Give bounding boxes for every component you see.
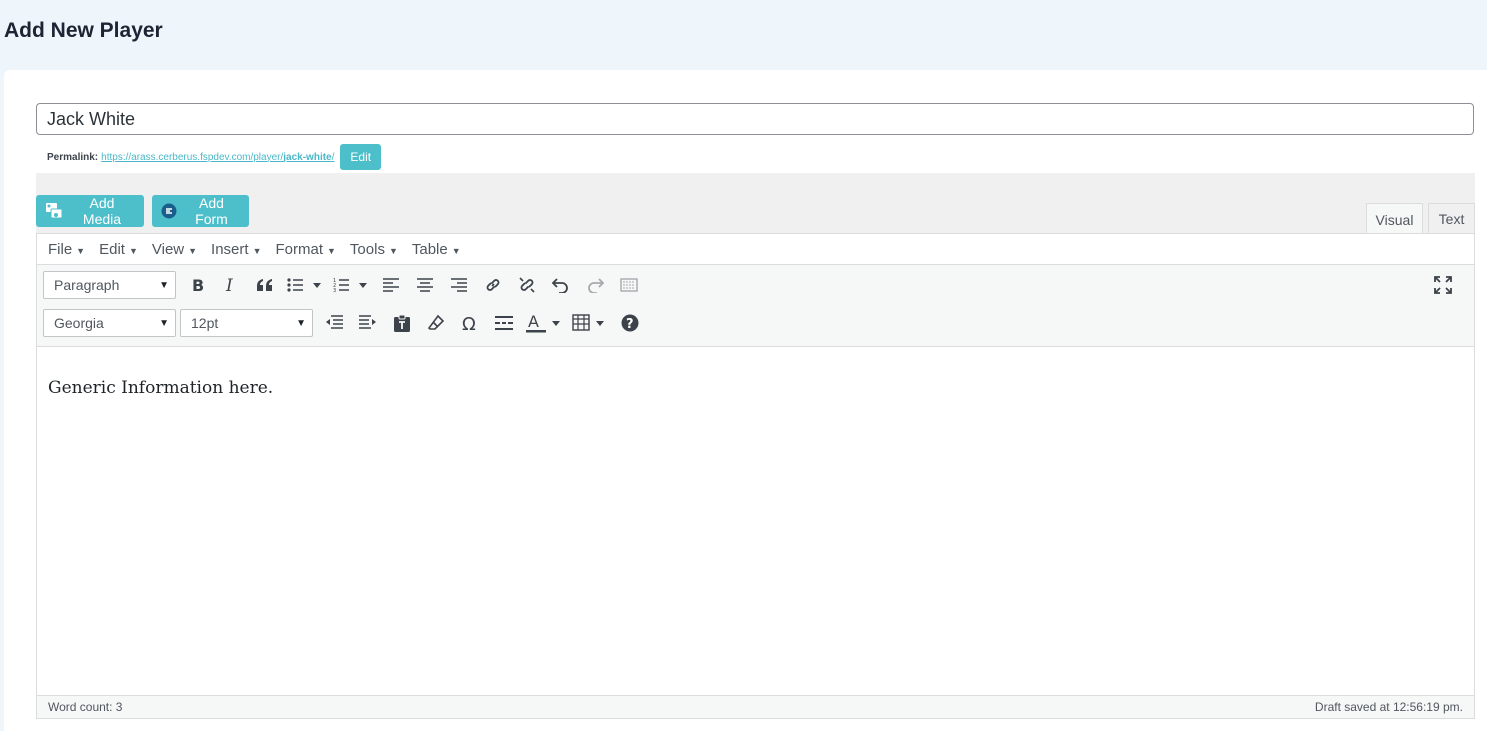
svg-text:I: I bbox=[225, 277, 233, 293]
font-size-select-value: 12pt bbox=[191, 315, 219, 331]
media-toolbar: Add Media Add Form Visual Text bbox=[36, 173, 1475, 235]
chevron-down-icon: ▼ bbox=[188, 245, 198, 256]
svg-text:3: 3 bbox=[333, 288, 336, 293]
svg-text:?: ? bbox=[626, 317, 634, 332]
menu-format[interactable]: Format ▼ bbox=[268, 241, 342, 258]
horizontal-line-icon[interactable] bbox=[490, 309, 518, 337]
permalink-slug: jack-white bbox=[283, 151, 332, 163]
format-select[interactable]: Paragraph ▼ bbox=[43, 271, 176, 299]
menu-edit-label: Edit bbox=[99, 240, 125, 258]
add-media-button[interactable]: Add Media bbox=[36, 195, 144, 227]
align-left-icon[interactable] bbox=[377, 271, 405, 299]
fullscreen-icon[interactable] bbox=[1429, 271, 1457, 299]
numbered-list-icon[interactable]: 123 bbox=[331, 271, 371, 299]
permalink-row: Permalink: https://arass.cerberus.fspdev… bbox=[47, 144, 382, 170]
toolbar-row-1: Paragraph ▼ B I 123 bbox=[43, 270, 646, 300]
tab-visual[interactable]: Visual bbox=[1366, 203, 1423, 235]
menu-insert[interactable]: Insert ▼ bbox=[204, 241, 268, 258]
unlink-icon[interactable] bbox=[513, 271, 541, 299]
page-title: Add New Player bbox=[4, 19, 163, 42]
chevron-down-icon: ▼ bbox=[76, 245, 86, 256]
menu-view[interactable]: View ▼ bbox=[145, 241, 204, 258]
chevron-down-icon: ▼ bbox=[159, 279, 169, 291]
font-family-select-value: Georgia bbox=[54, 315, 104, 331]
font-size-select[interactable]: 12pt ▼ bbox=[180, 309, 313, 337]
bold-icon[interactable]: B bbox=[183, 271, 211, 299]
paste-text-icon[interactable] bbox=[388, 309, 416, 337]
read-more-icon[interactable] bbox=[615, 271, 643, 299]
chevron-down-icon: ▼ bbox=[451, 245, 461, 256]
permalink-edit-button[interactable]: Edit bbox=[340, 144, 382, 170]
add-form-label: Add Form bbox=[195, 195, 228, 227]
link-icon[interactable] bbox=[479, 271, 507, 299]
svg-text:A: A bbox=[528, 313, 539, 331]
permalink-link[interactable]: https://arass.cerberus.fspdev.com/player… bbox=[101, 152, 334, 163]
font-family-select[interactable]: Georgia ▼ bbox=[43, 309, 176, 337]
draft-saved-status: Draft saved at 12:56:19 pm. bbox=[1314, 700, 1463, 714]
menu-format-label: Format bbox=[275, 240, 323, 258]
menu-tools-label: Tools bbox=[349, 240, 385, 258]
editor-statusbar: Word count: 3 Draft saved at 12:56:19 pm… bbox=[37, 695, 1474, 718]
align-right-icon[interactable] bbox=[445, 271, 473, 299]
clear-formatting-icon[interactable] bbox=[422, 309, 450, 337]
text-color-icon[interactable]: A bbox=[524, 309, 564, 337]
chevron-down-icon: ▼ bbox=[388, 245, 398, 256]
indent-icon[interactable] bbox=[354, 309, 382, 337]
menu-insert-label: Insert bbox=[211, 240, 249, 258]
permalink-label: Permalink: bbox=[47, 151, 99, 163]
menu-tools[interactable]: Tools ▼ bbox=[343, 241, 405, 258]
bullet-list-icon[interactable] bbox=[285, 271, 325, 299]
menu-view-label: View bbox=[151, 240, 185, 258]
tab-text[interactable]: Text bbox=[1428, 203, 1475, 234]
menu-table[interactable]: Table ▼ bbox=[405, 241, 468, 258]
undo-icon[interactable] bbox=[547, 271, 575, 299]
chevron-down-icon: ▼ bbox=[327, 245, 336, 256]
menu-file[interactable]: File ▼ bbox=[41, 241, 92, 258]
word-count: Word count: 3 bbox=[48, 700, 123, 714]
outdent-icon[interactable] bbox=[320, 309, 348, 337]
form-icon bbox=[161, 203, 177, 219]
menu-file-label: File bbox=[48, 240, 73, 258]
editor-content[interactable]: Generic Information here. bbox=[37, 346, 1474, 695]
add-media-icon bbox=[45, 202, 63, 220]
toolbar-row-2: Georgia ▼ 12pt ▼ Ω A ? bbox=[43, 308, 647, 338]
chevron-down-icon: ▼ bbox=[128, 245, 138, 256]
blockquote-icon[interactable] bbox=[251, 271, 279, 299]
permalink-url-base: https://arass.cerberus.fspdev.com/player… bbox=[101, 151, 284, 163]
align-center-icon[interactable] bbox=[411, 271, 439, 299]
content-paragraph: Generic Information here. bbox=[48, 378, 274, 398]
chevron-down-icon: ▼ bbox=[159, 317, 169, 329]
editor-menubar: File ▼ Edit ▼ View ▼ Insert ▼ Format ▼ Tools ▼… bbox=[37, 234, 1474, 265]
add-form-button[interactable]: Add Form bbox=[152, 195, 249, 227]
chevron-down-icon: ▼ bbox=[296, 317, 306, 329]
table-icon[interactable] bbox=[570, 309, 610, 337]
menu-edit[interactable]: Edit ▼ bbox=[92, 241, 145, 258]
svg-text:B: B bbox=[192, 277, 204, 293]
post-title-input[interactable] bbox=[36, 103, 1474, 135]
special-character-icon[interactable]: Ω bbox=[456, 309, 484, 337]
editor: File ▼ Edit ▼ View ▼ Insert ▼ Format ▼ Tools ▼… bbox=[36, 233, 1475, 719]
svg-text:Ω: Ω bbox=[462, 314, 476, 332]
permalink-url-suffix: / bbox=[331, 151, 335, 163]
format-select-value: Paragraph bbox=[54, 277, 120, 293]
redo-icon[interactable] bbox=[581, 271, 609, 299]
chevron-down-icon: ▼ bbox=[252, 245, 262, 256]
italic-icon[interactable]: I bbox=[217, 271, 245, 299]
help-icon[interactable]: ? bbox=[616, 309, 644, 337]
editor-toolbars: Paragraph ▼ B I 123 Georgia ▼ 12pt ▼ Ω A bbox=[37, 265, 1474, 347]
menu-table-label: Table bbox=[411, 240, 448, 258]
add-media-label: Add Media bbox=[82, 195, 122, 227]
